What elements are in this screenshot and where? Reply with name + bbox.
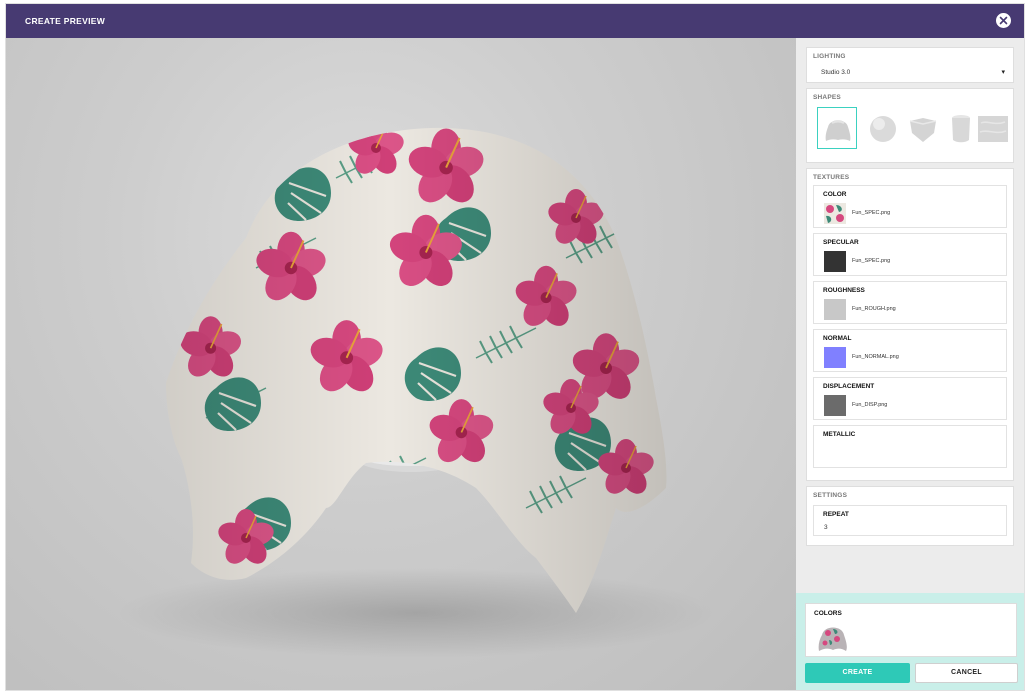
texture-roughness[interactable]: ROUGHNESS Fun_ROUGH.png: [813, 281, 1007, 324]
shape-sphere[interactable]: [862, 107, 902, 149]
colors-label: COLORS: [814, 610, 842, 617]
color-swatch: [824, 203, 846, 224]
shape-cushion[interactable]: [902, 107, 942, 149]
texture-label: DISPLACEMENT: [823, 383, 875, 390]
texture-specular[interactable]: SPECULAR Fun_SPEC.png: [813, 233, 1007, 276]
shapes-label: SHAPES: [813, 94, 841, 101]
texture-filename: Fun_SPEC.png: [852, 210, 891, 216]
settings-section: SETTINGS REPEAT: [806, 486, 1014, 546]
repeat-input[interactable]: [824, 522, 924, 533]
textures-label: TEXTURES: [813, 174, 850, 181]
sphere-icon: [870, 116, 896, 142]
close-button[interactable]: [996, 13, 1011, 28]
lighting-value: Studio 3.0: [821, 69, 851, 76]
texture-label: METALLIC: [823, 431, 856, 438]
colors-footer: COLORS CREATE CANCEL: [796, 593, 1024, 690]
roughness-swatch: [824, 299, 846, 320]
lighting-section: LIGHTING Studio 3.0 ▾: [806, 47, 1014, 83]
settings-panel: LIGHTING Studio 3.0 ▾ SHAPES TEXTURES CO…: [796, 38, 1024, 690]
texture-label: ROUGHNESS: [823, 287, 865, 294]
drape-icon: [825, 120, 851, 141]
specular-swatch: [824, 251, 846, 272]
colorway-thumbnail[interactable]: [816, 621, 850, 653]
draped-fabric-render: [116, 127, 716, 658]
cancel-button[interactable]: CANCEL: [915, 663, 1018, 683]
create-button[interactable]: CREATE: [805, 663, 910, 683]
shape-plane[interactable]: [972, 107, 1012, 149]
texture-filename: Fun_DISP.png: [852, 402, 888, 408]
texture-label: NORMAL: [823, 335, 852, 342]
shapes-section: SHAPES: [806, 88, 1014, 163]
texture-label: SPECULAR: [823, 239, 859, 246]
texture-displacement[interactable]: DISPLACEMENT Fun_DISP.png: [813, 377, 1007, 420]
lighting-select[interactable]: Studio 3.0 ▾: [811, 65, 1009, 82]
lighting-label: LIGHTING: [813, 53, 846, 60]
3d-viewport[interactable]: [6, 38, 796, 690]
preview-dialog: CREATE PREVIEW LIGHTING Studio 3.0 ▾ SHA…: [5, 3, 1025, 691]
close-icon: [999, 16, 1008, 25]
normal-swatch: [824, 347, 846, 368]
dialog-title: CREATE PREVIEW: [25, 16, 106, 26]
texture-normal[interactable]: NORMAL Fun_NORMAL.png: [813, 329, 1007, 372]
settings-label: SETTINGS: [813, 492, 848, 499]
title-bar: CREATE PREVIEW: [6, 4, 1024, 38]
textures-section: TEXTURES COLOR Fun_SPEC.png SPECULAR Fun…: [806, 168, 1014, 481]
repeat-label: REPEAT: [823, 511, 849, 518]
texture-color[interactable]: COLOR Fun_SPEC.png: [813, 185, 1007, 228]
colors-section: COLORS: [805, 603, 1017, 657]
texture-filename: Fun_NORMAL.png: [852, 354, 899, 360]
cushion-icon: [909, 118, 937, 142]
texture-filename: Fun_ROUGH.png: [852, 306, 896, 312]
caret-down-icon: ▾: [1001, 69, 1005, 76]
texture-label: COLOR: [823, 191, 847, 198]
texture-metallic[interactable]: METALLIC: [813, 425, 1007, 468]
plane-icon: [978, 116, 1008, 142]
shape-drape[interactable]: [817, 107, 857, 149]
repeat-field: REPEAT: [813, 505, 1007, 536]
texture-filename: Fun_SPEC.png: [852, 258, 891, 264]
displacement-swatch: [824, 395, 846, 416]
